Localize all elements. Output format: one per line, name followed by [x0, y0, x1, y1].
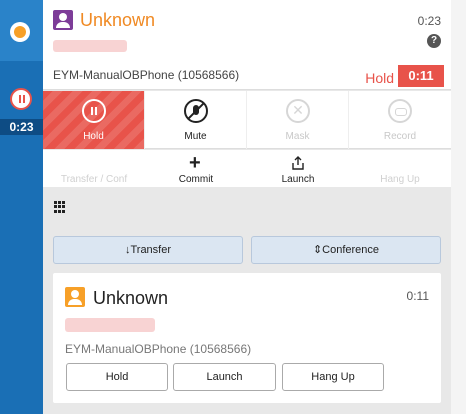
active-call-card: Unknown 0:23 ? EYM-ManualOBPhone (105685…	[43, 0, 451, 90]
hang-up-button[interactable]: Hang Up	[349, 150, 451, 187]
call-elapsed-time: 0:23	[417, 14, 441, 28]
call-panel: Unknown 0:23 ? EYM-ManualOBPhone (105685…	[43, 0, 451, 414]
share-upload-icon	[292, 156, 304, 170]
mute-button-label: Mute	[184, 131, 207, 142]
hold-button[interactable]: Hold	[43, 91, 145, 149]
redacted-phone-number	[53, 40, 127, 52]
mute-button[interactable]: Mute	[145, 91, 247, 149]
call-controls-secondary: Transfer / Conf + Commit Launch Hang Up	[43, 150, 451, 187]
keypad-grid-icon[interactable]	[54, 201, 66, 213]
app-root: 0:23 Unknown 0:23 ? EYM-ManualOBPhone (1…	[0, 0, 466, 414]
launch-button[interactable]: Launch	[247, 150, 349, 187]
campaign-label: EYM-ManualOBPhone (10568566)	[53, 68, 240, 82]
rail-status-area[interactable]	[0, 0, 43, 61]
left-rail: 0:23	[0, 0, 43, 414]
close-circle-icon: ✕	[286, 99, 310, 123]
held-caller-name: Unknown	[93, 288, 169, 308]
held-call-elapsed: 0:11	[406, 289, 429, 303]
rail-call-item[interactable]: 0:23	[0, 85, 43, 137]
held-hang-up-button[interactable]: Hang Up	[282, 363, 384, 391]
transfer-conf-label: Transfer / Conf	[60, 174, 128, 185]
transfer-actions: ↓Transfer ⇕Conference	[53, 236, 441, 264]
hang-up-label: Hang Up	[380, 174, 420, 185]
mic-off-icon	[184, 99, 208, 123]
transfer-button[interactable]: ↓Transfer	[53, 236, 243, 264]
record-icon	[388, 99, 412, 123]
redacted-phone-number	[65, 318, 155, 332]
contact-avatar-icon	[53, 10, 73, 30]
caller-name: Unknown	[80, 10, 156, 30]
commit-button[interactable]: + Commit	[145, 150, 247, 187]
pause-circle-icon	[82, 99, 106, 123]
held-campaign-label: EYM-ManualOBPhone (10568566)	[65, 342, 252, 356]
held-call-card: Unknown 0:11 EYM-ManualOBPhone (10568566…	[53, 273, 441, 403]
pause-circle-icon	[10, 88, 32, 110]
hold-timer-badge: 0:11	[398, 65, 444, 87]
hold-button-label: Hold	[83, 131, 104, 142]
right-scrollbar[interactable]	[451, 0, 466, 414]
mask-button-label: Mask	[285, 131, 310, 142]
plus-icon: +	[189, 152, 201, 174]
conference-button[interactable]: ⇕Conference	[251, 236, 441, 264]
launch-label: Launch	[281, 174, 315, 185]
hold-status-label: Hold	[365, 70, 394, 86]
presence-dot-icon[interactable]	[10, 22, 30, 42]
call-controls: Hold Mute ✕ Mask Record	[43, 91, 451, 149]
record-button[interactable]: Record	[349, 91, 451, 149]
commit-label: Commit	[178, 174, 214, 185]
held-hold-button[interactable]: Hold	[66, 363, 168, 391]
transfer-conf-button[interactable]: Transfer / Conf	[43, 150, 145, 187]
question-circle-icon[interactable]: ?	[427, 34, 441, 48]
held-launch-button[interactable]: Launch	[173, 363, 276, 391]
mask-button[interactable]: ✕ Mask	[247, 91, 349, 149]
record-button-label: Record	[383, 131, 417, 142]
rail-call-timer: 0:23	[0, 119, 43, 135]
contact-avatar-icon	[65, 287, 85, 307]
